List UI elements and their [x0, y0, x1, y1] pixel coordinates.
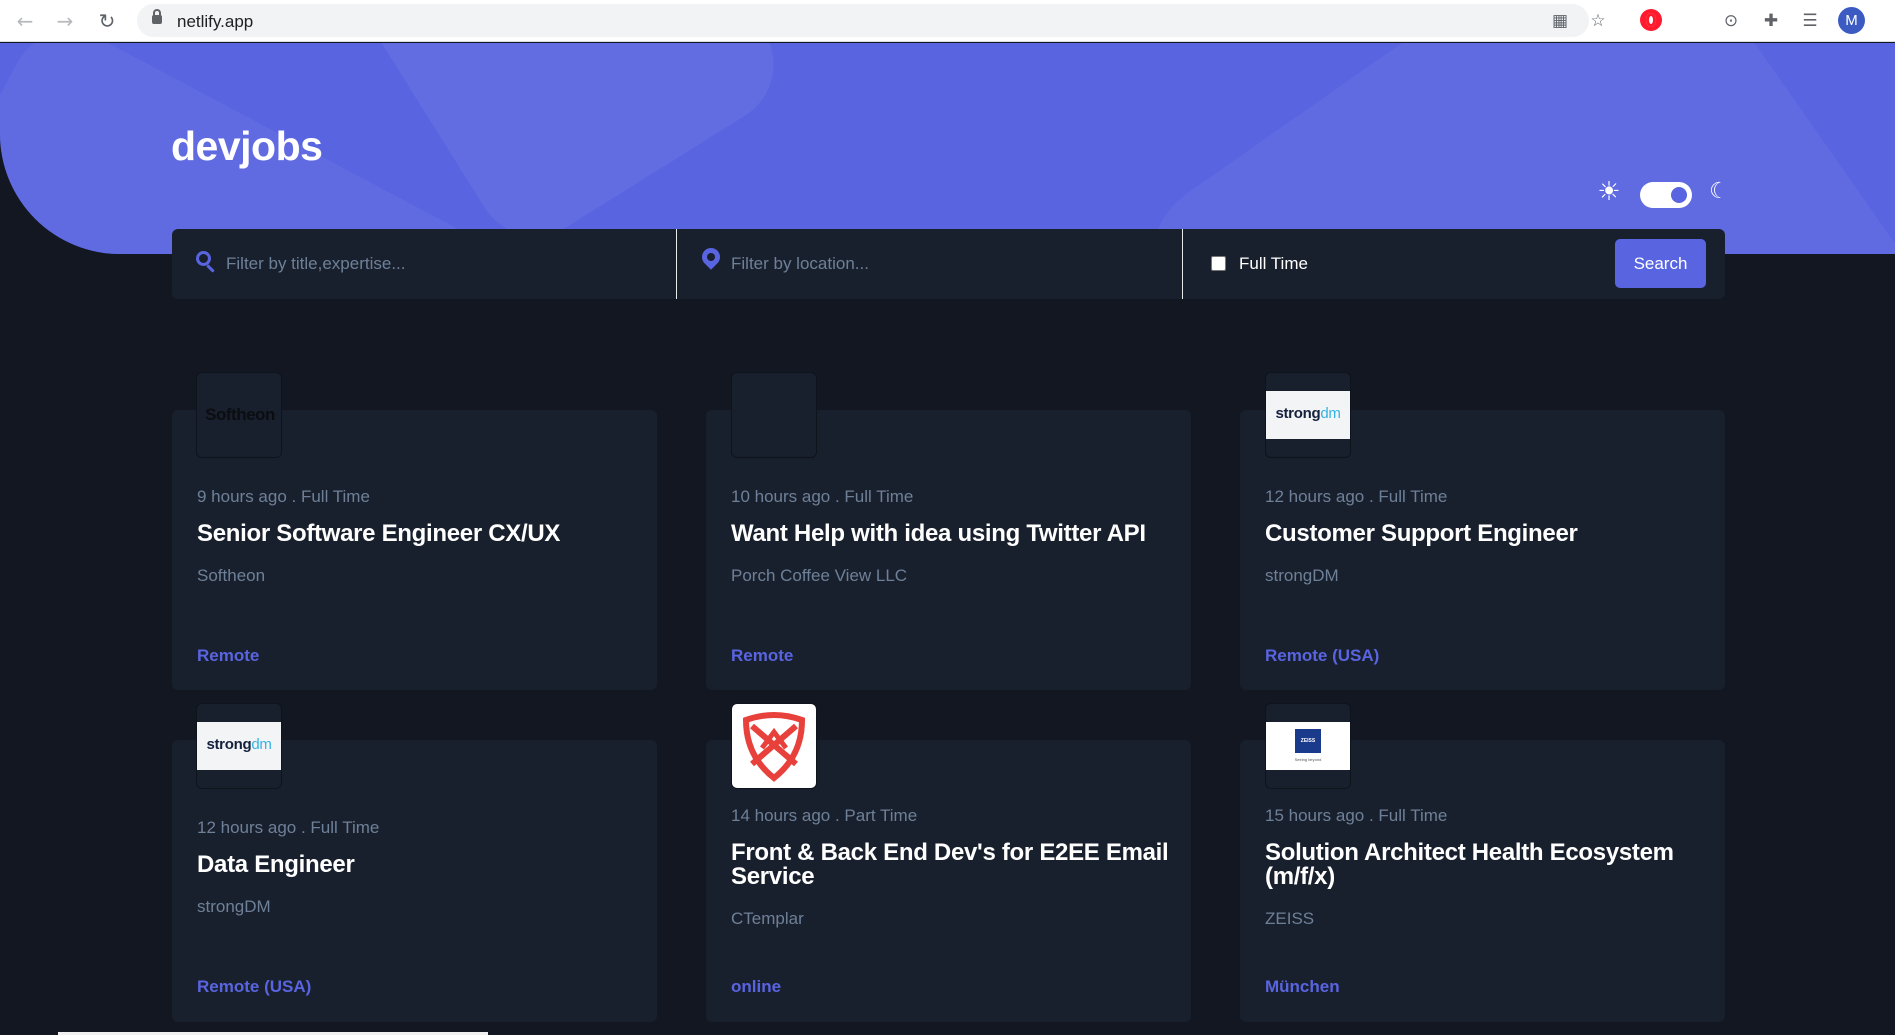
company-name: Porch Coffee View LLC	[731, 566, 908, 585]
fulltime-label[interactable]: Full Time	[1239, 254, 1308, 274]
job-title[interactable]: Senior Software Engineer CX/UX	[197, 522, 637, 546]
job-meta: 12 hours ago . Full Time	[197, 818, 380, 837]
job-title[interactable]: Customer Support Engineer	[1265, 522, 1705, 546]
job-location: Remote (USA)	[1265, 646, 1380, 665]
company-name: Softheon	[197, 566, 266, 585]
job-meta: 15 hours ago . Full Time	[1265, 806, 1448, 825]
reload-button[interactable]: ↻	[94, 8, 120, 34]
company-logo	[731, 372, 817, 458]
softheon-logo: Softheon	[205, 405, 275, 424]
job-title[interactable]: Solution Architect Health Ecosystem (m/f…	[1265, 841, 1710, 889]
company-name: CTemplar	[731, 909, 804, 928]
company-logo: ZEISS Seeing beyond	[1265, 703, 1351, 789]
playlist-icon[interactable]: ☰	[1798, 9, 1822, 33]
sun-icon: ☀	[1597, 177, 1621, 207]
job-location: Remote	[731, 646, 794, 665]
forward-button[interactable]: →	[52, 8, 78, 34]
site-logo[interactable]: devjobs	[171, 123, 323, 170]
location-filter	[677, 229, 1182, 299]
job-meta: 12 hours ago . Full Time	[1265, 487, 1448, 506]
search-button[interactable]: Search	[1615, 239, 1706, 288]
company-logo: strongdm	[196, 703, 282, 789]
company-logo: Softheon	[196, 372, 282, 458]
location-filter-input[interactable]	[731, 251, 1161, 277]
page-header: devjobs ☀ ☾	[0, 43, 1895, 254]
theme-toggle[interactable]	[1640, 182, 1692, 208]
lock-icon[interactable]	[152, 9, 162, 24]
company-logo: strongdm	[1265, 372, 1351, 458]
job-meta: 9 hours ago . Full Time	[197, 487, 370, 506]
puzzle-icon[interactable]: ✚	[1759, 9, 1783, 33]
title-filter-input[interactable]	[226, 251, 656, 277]
search-icon	[196, 251, 216, 273]
browser-toolbar: ← → ↻ netlify.app ▦ ☆ ⊙ ✚ ☰ M	[0, 0, 1895, 42]
fulltime-checkbox[interactable]	[1211, 256, 1226, 271]
job-meta: 14 hours ago . Part Time	[731, 806, 918, 825]
strongdm-wordmark: strongdm	[206, 736, 272, 753]
ctemplar-shield-icon	[742, 712, 806, 782]
job-title[interactable]: Front & Back End Dev's for E2EE Email Se…	[731, 841, 1176, 889]
search-bar: Full Time	[172, 229, 1725, 299]
strongdm-wordmark: strongdm	[1275, 405, 1341, 422]
company-name: ZEISS	[1265, 909, 1315, 928]
zeiss-logo: ZEISS Seeing beyond	[1266, 722, 1350, 770]
moon-icon: ☾	[1709, 179, 1729, 204]
company-name: strongDM	[197, 897, 271, 916]
strongdm-logo: strongdm	[197, 722, 281, 770]
location-pin-icon	[701, 248, 721, 274]
opera-icon[interactable]	[1640, 9, 1662, 31]
address-bar[interactable]: netlify.app ▦ ☆	[137, 4, 1606, 37]
back-button[interactable]: ←	[12, 8, 38, 34]
fulltime-filter: Full Time	[1183, 229, 1603, 299]
job-title[interactable]: Data Engineer	[197, 853, 637, 877]
vpn-icon[interactable]: ⊙	[1719, 9, 1743, 33]
ctemplar-logo	[732, 704, 816, 788]
zeiss-mark: ZEISS	[1295, 729, 1321, 753]
company-name: strongDM	[1265, 566, 1339, 585]
toggle-knob	[1671, 187, 1687, 203]
job-location: München	[1265, 977, 1340, 996]
job-location: online	[731, 977, 782, 996]
url-text[interactable]: netlify.app	[177, 12, 253, 32]
title-filter	[172, 229, 676, 299]
job-location: Remote	[197, 646, 260, 665]
header-decoration	[1114, 43, 1895, 254]
qr-code-icon[interactable]: ▦	[1549, 10, 1571, 32]
job-location: Remote (USA)	[197, 977, 312, 996]
avatar[interactable]: M	[1838, 7, 1865, 34]
company-logo	[731, 703, 817, 789]
bookmark-star-icon[interactable]: ☆	[1587, 10, 1609, 32]
strongdm-logo: strongdm	[1266, 391, 1350, 439]
job-title[interactable]: Want Help with idea using Twitter API	[731, 522, 1176, 546]
job-meta: 10 hours ago . Full Time	[731, 487, 914, 506]
zeiss-tagline: Seeing beyond	[1294, 757, 1322, 762]
